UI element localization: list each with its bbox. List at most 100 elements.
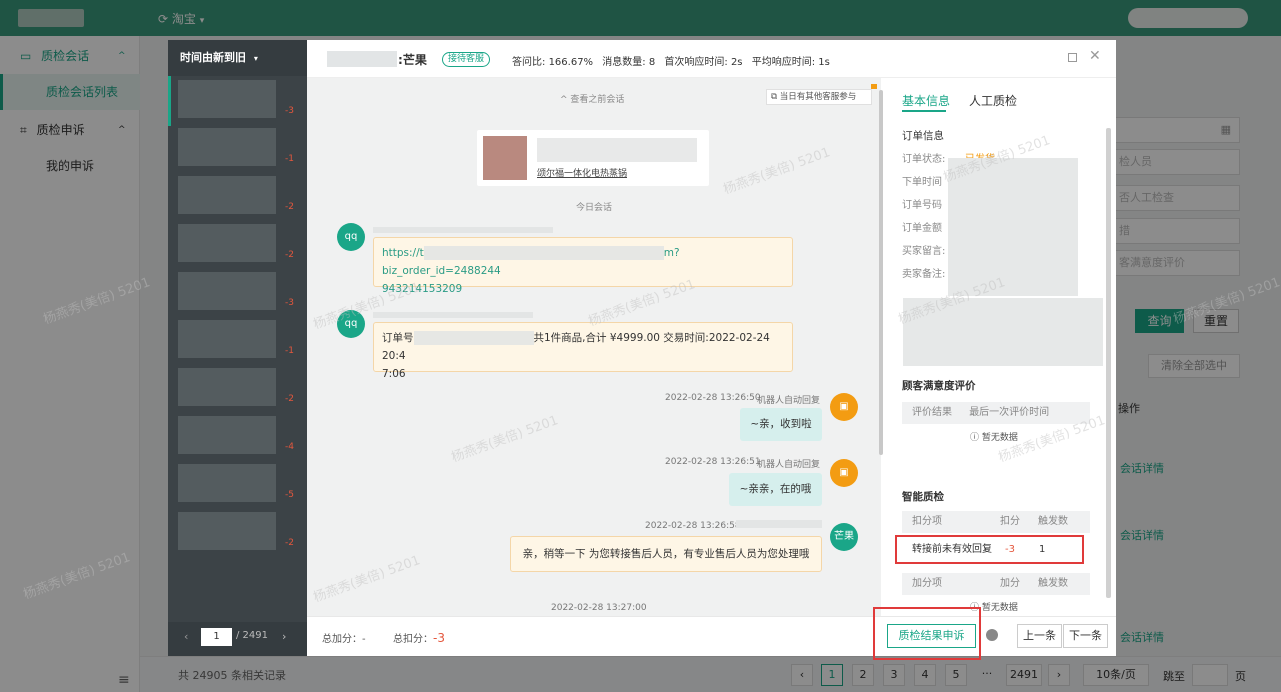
sender-blur xyxy=(373,312,533,318)
column-header: 扣分 xyxy=(1000,516,1020,527)
agent-avatar: 芒果 xyxy=(830,523,858,551)
maximize-icon[interactable] xyxy=(1068,53,1077,62)
stat-label: 平均响应时间 xyxy=(751,57,812,68)
stat-label: 首次响应时间 xyxy=(664,57,725,68)
highlight-box xyxy=(873,607,981,660)
session-item[interactable] xyxy=(178,512,276,550)
message-bubble: ~亲亲，在的哦 xyxy=(729,473,822,506)
redacted-blur xyxy=(423,246,664,260)
sender-blur xyxy=(736,520,822,528)
message-time: 2022-02-28 13:27:00 xyxy=(551,603,647,613)
total-add-label: 总加分： xyxy=(322,634,362,645)
session-score: -3 xyxy=(285,298,294,308)
total-deduct-value: -3 xyxy=(433,631,445,645)
message-text: 943214153209 xyxy=(382,283,463,295)
session-item[interactable] xyxy=(178,80,276,118)
panel-scrollbar[interactable] xyxy=(1106,128,1111,598)
view-previous-label: 查看之前会话 xyxy=(570,95,625,105)
tab-basic-info[interactable]: 基本信息 xyxy=(902,92,950,109)
smart-inspection-title: 智能质检 xyxy=(902,491,944,503)
message-text: 7:06 xyxy=(382,368,406,380)
stat-value: 166.67% xyxy=(548,57,594,68)
order-field-label: 订单号码 xyxy=(902,200,942,211)
message-time: 2022-02-28 13:26:50 xyxy=(665,393,761,403)
session-item[interactable] xyxy=(178,464,276,502)
list-page-total: / 2491 xyxy=(236,630,268,641)
info-icon: ⓘ xyxy=(970,433,980,443)
robot-icon: ▣ xyxy=(830,393,858,421)
sort-dropdown[interactable]: 时间由新到旧 ▾ xyxy=(168,40,307,76)
column-header: 加分项 xyxy=(912,578,942,589)
session-item[interactable] xyxy=(178,176,276,214)
session-score: -2 xyxy=(285,202,294,212)
next-icon[interactable]: › xyxy=(282,630,286,643)
empty-label: 暂无数据 xyxy=(981,603,1018,612)
session-item[interactable] xyxy=(178,416,276,454)
help-icon[interactable] xyxy=(986,629,998,641)
session-item[interactable] xyxy=(178,320,276,358)
message-bubble: https://t m?biz_order_id=2488244 94321415… xyxy=(373,237,793,295)
product-name: 颂尔福一体化电热蒸锅 xyxy=(537,169,628,179)
total-add-value: - xyxy=(362,634,366,645)
customer-avatar: qq xyxy=(337,310,365,338)
session-score: -1 xyxy=(285,154,294,164)
chevron-down-icon: ▾ xyxy=(253,54,258,63)
session-item[interactable] xyxy=(178,224,276,262)
message-bubble: ~亲，收到啦 xyxy=(740,408,822,441)
stat-label: 消息数量 xyxy=(602,57,643,68)
total-add: 总加分：- xyxy=(322,630,366,645)
session-score: -5 xyxy=(285,490,294,500)
column-header: 评价结果 xyxy=(912,407,952,418)
session-item[interactable] xyxy=(178,368,276,406)
empty-state: ⓘ 暂无数据 xyxy=(970,430,1018,443)
customer-name-blur xyxy=(327,51,397,67)
deduct-table-head: 扣分项 扣分 触发数 xyxy=(902,511,1090,533)
sender-blur xyxy=(373,227,553,233)
robot-tag: 机器人自动回复 xyxy=(757,396,821,406)
add-table-head: 加分项 加分 触发数 xyxy=(902,573,1090,595)
message-bubble: 订单号 共1件商品,合计 ¥4999.00 交易时间:2022-02-24 20:… xyxy=(373,322,793,380)
view-previous-link[interactable]: ^ 查看之前会话 xyxy=(560,92,624,105)
total-deduct-label: 总扣分： xyxy=(393,634,433,645)
agent-name: :芒果 xyxy=(398,53,427,67)
product-image xyxy=(483,136,527,180)
session-score: -2 xyxy=(285,394,294,404)
chat-scrollbar[interactable] xyxy=(879,90,883,455)
message-time: 2022-02-28 13:26:58 xyxy=(645,521,741,531)
column-header: 扣分项 xyxy=(912,516,942,527)
redacted-blur xyxy=(413,331,534,345)
previous-button[interactable]: 上一条 xyxy=(1017,624,1062,648)
list-page-input[interactable]: 1 xyxy=(201,628,232,646)
order-field-label: 订单金额 xyxy=(902,223,942,234)
prev-icon[interactable]: ‹ xyxy=(184,630,188,643)
session-score: -4 xyxy=(285,442,294,452)
robot-tag: 机器人自动回复 xyxy=(757,460,821,470)
order-field-label: 买家留言: xyxy=(902,246,946,257)
product-card[interactable]: 颂尔福一体化电热蒸锅 xyxy=(477,130,709,186)
next-button[interactable]: 下一条 xyxy=(1063,624,1108,648)
other-cs-badge[interactable]: ⧉ 当日有其他客服参与 xyxy=(766,89,872,105)
agent-name-text: 芒果 xyxy=(402,53,427,67)
session-item[interactable] xyxy=(178,128,276,166)
order-extra-blur xyxy=(903,298,1103,366)
empty-label: 暂无数据 xyxy=(981,433,1018,443)
tab-manual-inspection[interactable]: 人工质检 xyxy=(969,92,1017,109)
session-item[interactable] xyxy=(178,272,276,310)
session-score: -2 xyxy=(285,250,294,260)
close-icon[interactable]: ✕ xyxy=(1089,48,1101,64)
session-score: -1 xyxy=(285,346,294,356)
column-header: 触发数 xyxy=(1038,516,1068,527)
message-text: https://t xyxy=(382,247,424,259)
satisfaction-title: 顾客满意度评价 xyxy=(902,380,976,392)
active-indicator xyxy=(168,76,171,126)
order-field-label: 下单时间 xyxy=(902,177,942,188)
stat-value: 2s xyxy=(730,57,743,68)
order-info-title: 订单信息 xyxy=(902,130,944,142)
customer-avatar: qq xyxy=(337,223,365,251)
column-header: 触发数 xyxy=(1038,578,1068,589)
chevron-up-icon: ^ xyxy=(560,95,568,105)
today-label: 今日会话 xyxy=(576,203,613,213)
sort-label: 时间由新到旧 xyxy=(180,51,246,64)
column-header: 最后一次评价时间 xyxy=(969,407,1050,418)
order-values-blur xyxy=(948,158,1078,296)
